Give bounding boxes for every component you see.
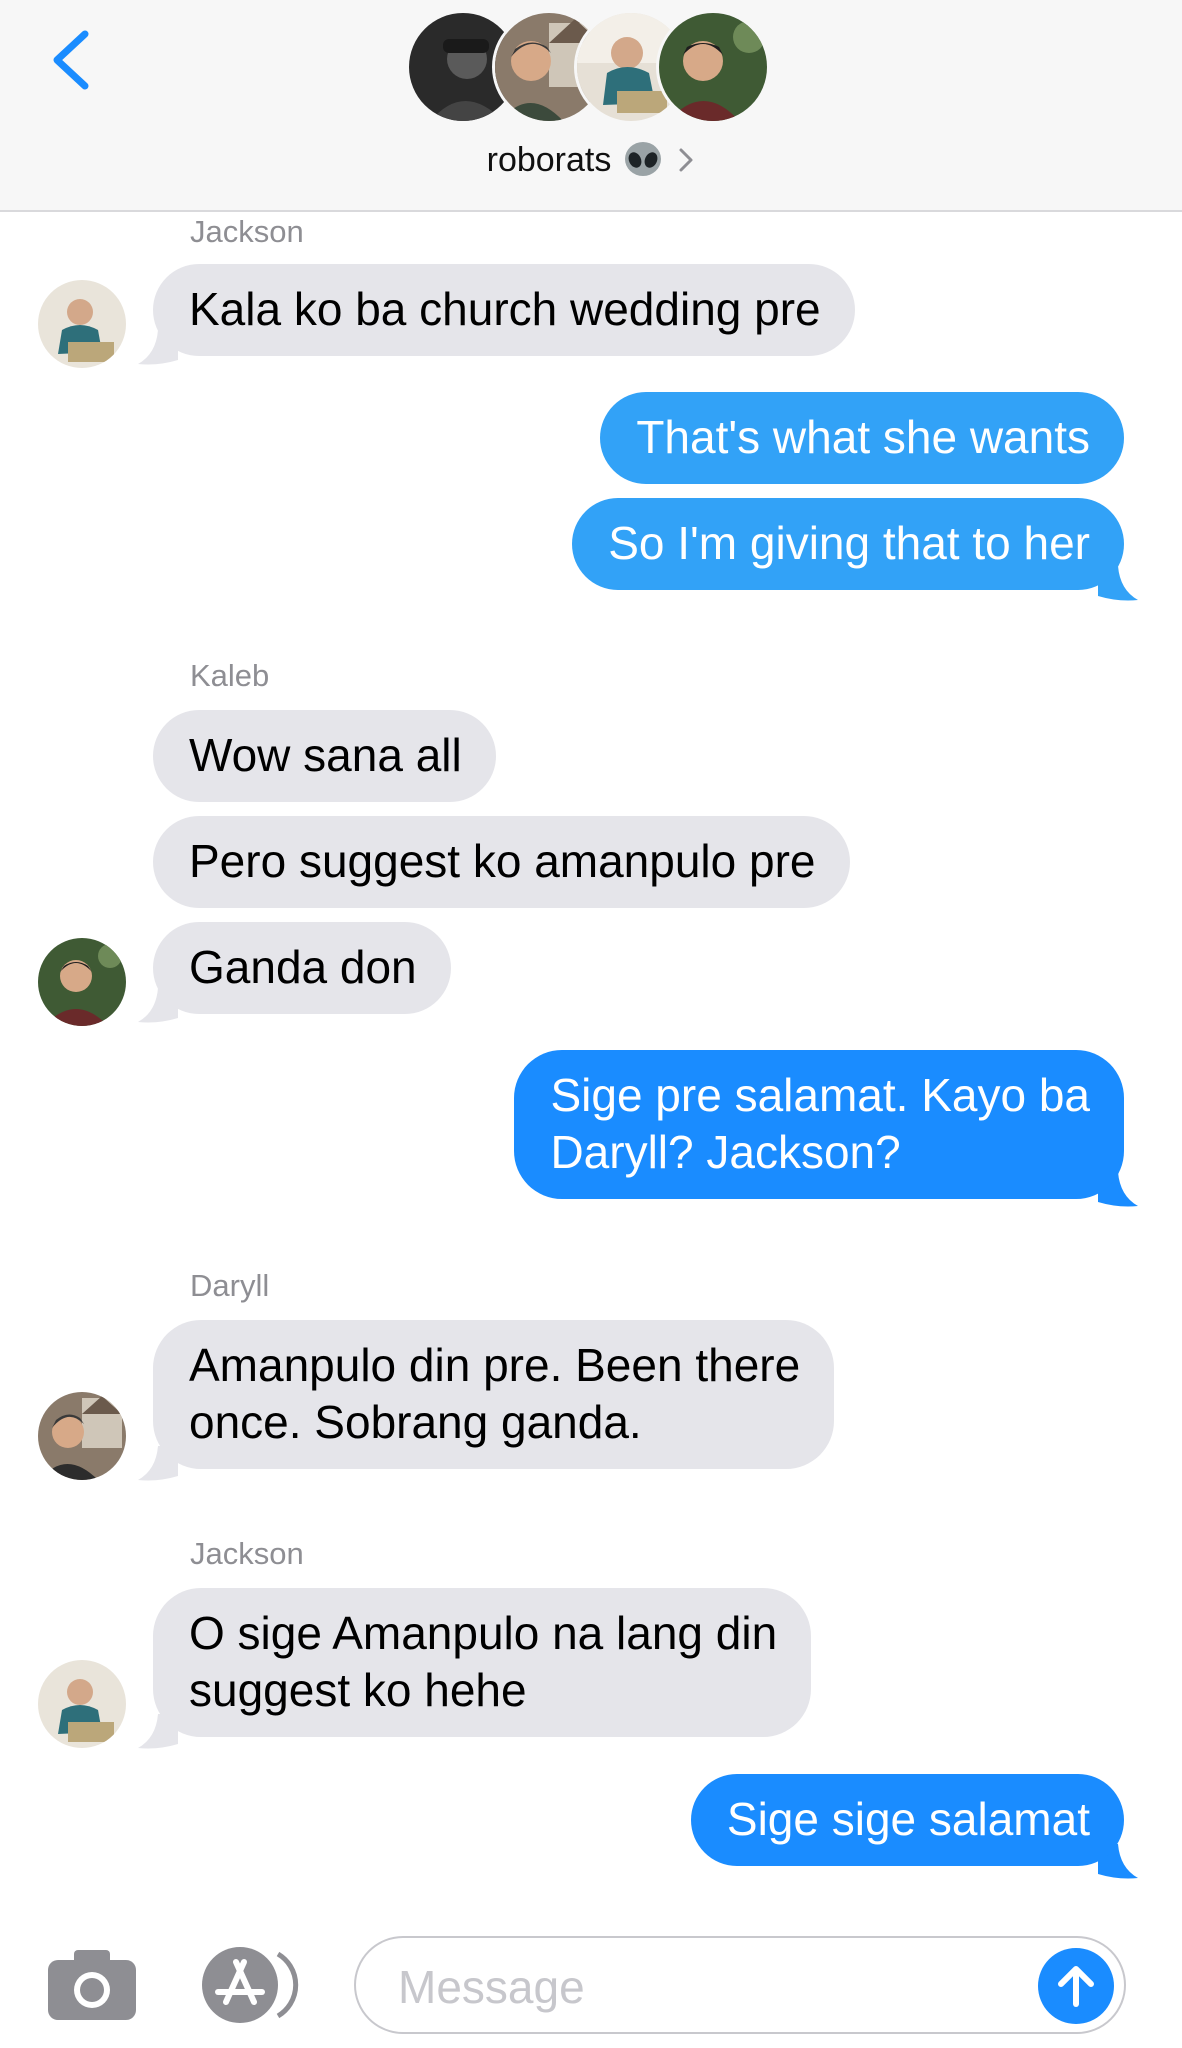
message-bubble-outgoing[interactable]: That's what she wants [600, 392, 1124, 484]
message-input-bar [0, 1920, 1182, 2048]
message-bubble-outgoing[interactable]: Sige sige salamat [690, 1774, 1124, 1866]
message-bubble-incoming[interactable]: Ganda don [153, 922, 451, 1014]
avatar-daryll[interactable] [38, 1392, 126, 1480]
camera-icon [48, 1950, 136, 2020]
sender-name: Daryll [190, 1268, 270, 1303]
message-input[interactable] [396, 1956, 1000, 2018]
app-store-button[interactable] [196, 1946, 308, 2024]
group-info-button[interactable]: roborats [0, 138, 1182, 182]
message-field [354, 1936, 1126, 2034]
app-store-icon [202, 1947, 299, 2023]
send-arrow-icon [1058, 1966, 1094, 2007]
camera-button[interactable] [48, 1950, 136, 2020]
sender-name: Kaleb [190, 658, 270, 693]
back-button[interactable] [36, 22, 106, 98]
message-bubble-incoming[interactable]: Wow sana all [153, 710, 496, 802]
send-button[interactable] [1038, 1948, 1114, 2024]
group-name: roborats [486, 140, 612, 179]
chevron-left-icon [53, 30, 89, 90]
imessage-screen: roborats Jackson Kala ko ba church weddi… [0, 0, 1182, 2048]
member-avatar [656, 10, 770, 124]
avatar-jackson[interactable] [38, 280, 126, 368]
message-bubble-incoming[interactable]: Pero suggest ko amanpulo pre [153, 816, 850, 908]
conversation-header: roborats [0, 0, 1182, 212]
sender-name: Jackson [190, 1536, 304, 1571]
avatar-jackson[interactable] [38, 1660, 126, 1748]
group-avatars[interactable] [406, 10, 776, 128]
message-bubble-outgoing[interactable]: So I'm giving that to her [572, 498, 1124, 590]
chevron-right-icon [679, 148, 693, 172]
alien-icon [625, 142, 662, 176]
message-bubble-incoming[interactable]: Amanpulo din pre. Been there once. Sobra… [153, 1320, 835, 1469]
message-bubble-incoming[interactable]: Kala ko ba church wedding pre [153, 264, 855, 356]
message-bubble-outgoing[interactable]: Sige pre salamat. Kayo ba Daryll? Jackso… [514, 1050, 1124, 1199]
avatar-kaleb[interactable] [38, 938, 126, 1026]
message-bubble-incoming[interactable]: O sige Amanpulo na lang din suggest ko h… [153, 1588, 812, 1737]
sender-name: Jackson [190, 214, 304, 249]
